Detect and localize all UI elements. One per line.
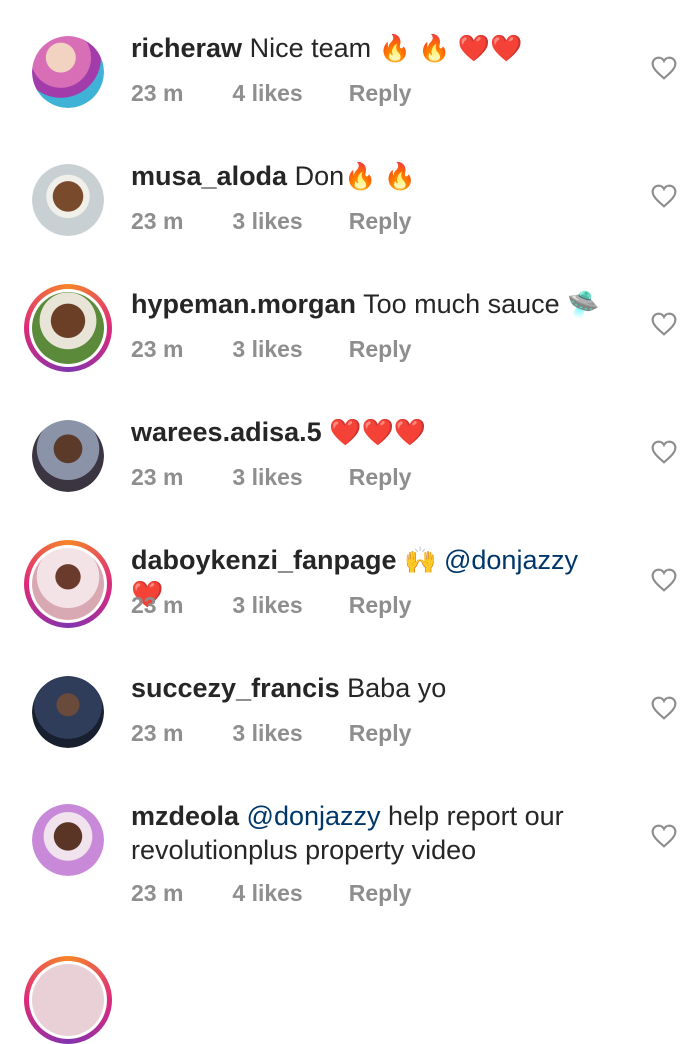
comment-username[interactable]: hypeman.morgan [131,289,356,319]
comment-time: 23 m [131,880,184,906]
avatar[interactable] [32,164,104,236]
comment-likes[interactable]: 3 likes [232,208,342,235]
mention-link[interactable]: @donjazzy [247,801,381,831]
reply-button[interactable]: Reply [349,80,412,107]
comment-time: 23 m [131,464,184,490]
comment-text: Too much sauce [363,289,560,319]
comment-likes[interactable]: 4 likes [232,80,342,107]
comment-text: Don [294,161,345,191]
comment-likes[interactable]: 3 likes [232,592,342,619]
comment-username[interactable]: mzdeola [131,801,239,831]
heart-outline-icon[interactable] [651,696,677,720]
comment-likes[interactable]: 3 likes [232,336,342,363]
avatar[interactable] [32,420,104,492]
reply-button[interactable]: Reply [349,208,412,235]
avatar-story-ring[interactable] [24,540,112,628]
comment-text: Baba yo [347,673,447,703]
comment-text: 🙌 [404,545,437,575]
comment-time: 23 m [131,80,184,106]
heart-outline-icon[interactable] [651,312,677,336]
heart-outline-icon[interactable] [651,56,677,80]
heart-outline-icon[interactable] [651,440,677,464]
comment-likes[interactable]: 3 likes [232,464,342,491]
avatar-story-ring[interactable] [24,956,112,1044]
comment-emoji: 🔥 🔥 [344,161,417,191]
comment-text: Nice team [249,33,372,63]
heart-outline-icon[interactable] [651,184,677,208]
comment-time: 23 m [131,720,184,746]
comment-username[interactable]: musa_aloda [131,161,287,191]
reply-button[interactable]: Reply [349,880,412,907]
comment-time: 23 m [131,336,184,362]
comment-time: 23 m [131,208,184,234]
comment-likes[interactable]: 3 likes [232,720,342,747]
avatar-story-ring[interactable] [24,284,112,372]
comment-username[interactable]: daboykenzi_fanpage [131,545,397,575]
avatar[interactable] [32,676,104,748]
comment-username[interactable]: warees.adisa.5 [131,417,322,447]
comment-emoji: 🛸 [567,289,600,319]
comment-time: 23 m [131,592,184,618]
reply-button[interactable]: Reply [349,336,412,363]
reply-button[interactable]: Reply [349,720,412,747]
heart-outline-icon[interactable] [651,824,677,848]
comment-username[interactable]: richeraw [131,33,242,63]
reply-button[interactable]: Reply [349,464,412,491]
heart-outline-icon[interactable] [651,568,677,592]
mention-link[interactable]: @donjazzy [444,545,578,575]
comment-emoji: 🔥 🔥 ❤️❤️ [378,33,523,63]
reply-button[interactable]: Reply [349,592,412,619]
comment-likes[interactable]: 4 likes [232,880,342,907]
comment-emoji: ❤️❤️❤️ [329,417,427,447]
comment-username[interactable]: succezy_francis [131,673,340,703]
avatar[interactable] [32,36,104,108]
avatar[interactable] [32,804,104,876]
